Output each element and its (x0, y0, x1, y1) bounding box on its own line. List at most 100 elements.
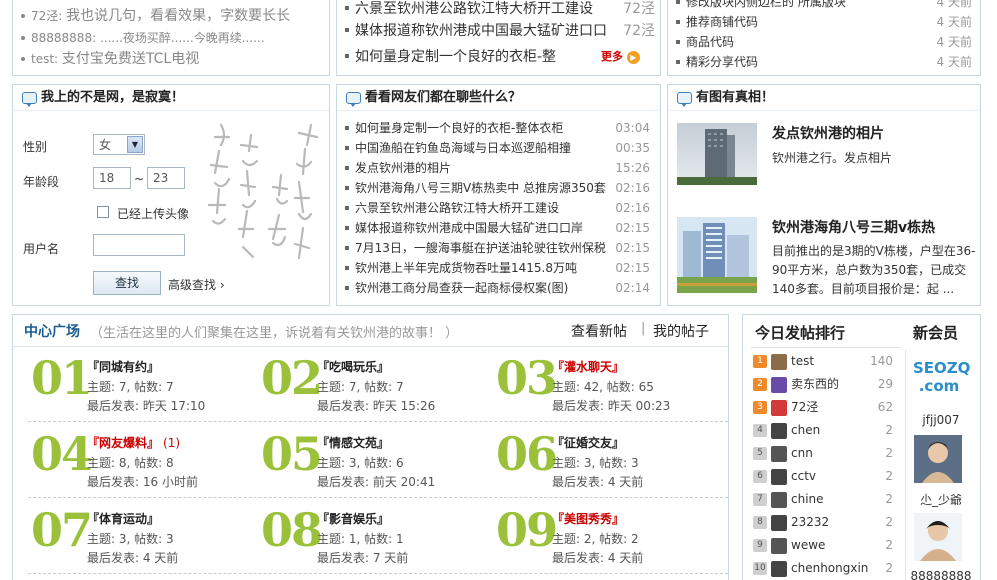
plaza-panel: 中心广场 （生活在这里的人们聚集在这里，诉说着有关钦州港的故事！ ） 查看新帖 … (12, 314, 729, 580)
ranking-item[interactable]: 2 卖东西的 29 (753, 374, 893, 394)
forum-block[interactable]: 01 『同城有约』 主题: 7, 帖数: 7 最后发表: 昨天 17:10 (31, 353, 251, 417)
photo-thumbnail[interactable] (677, 123, 757, 185)
list-item[interactable]: 精彩分享代码 4 天前 (676, 52, 972, 72)
ranking-username: 72泾 (791, 400, 819, 414)
chat-list-item[interactable]: 发点钦州港的相片 15:26 (345, 158, 650, 178)
has-avatar-checkbox[interactable] (97, 206, 109, 218)
ranking-item[interactable]: 10 chenhongxin 2 (753, 558, 893, 578)
forum-block[interactable]: 07 『体育运动』 主题: 3, 帖数: 3 最后发表: 4 天前 (31, 505, 251, 569)
member-name[interactable]: jfjj007 (906, 413, 976, 427)
chat-list-item[interactable]: 如何量身定制一个良好的衣柜-整体衣柜 03:04 (345, 118, 650, 138)
list-item[interactable]: 修改版块内侧边栏的 所属版块 4 天前 (676, 0, 972, 12)
rank-badge: 8 (753, 516, 767, 529)
forum-block[interactable]: 02 『吃喝玩乐』 主题: 7, 帖数: 7 最后发表: 昨天 15:26 (261, 353, 481, 417)
bullet-icon (21, 35, 25, 40)
ranking-item[interactable]: 9 wewe 2 (753, 535, 893, 555)
member-avatar[interactable]: SEOZQ .com (913, 353, 970, 405)
search-button[interactable]: 查找 (93, 271, 161, 295)
forum-title[interactable]: 『网友爆料』 (1) (87, 434, 180, 451)
gender-select[interactable]: 女 ▼ (93, 134, 145, 155)
forum-stats: 主题: 8, 帖数: 8 (87, 456, 174, 470)
forum-title[interactable]: 『体育运动』 (87, 510, 163, 527)
calligraphy-decoration (207, 123, 319, 260)
member-name[interactable]: 88888888 (906, 569, 976, 580)
ranking-item[interactable]: 3 72泾 62 (753, 397, 893, 417)
list-item[interactable]: 商品代码 4 天前 (676, 32, 972, 52)
photo-title[interactable]: 钦州港海角八号三期v栋热 (772, 217, 935, 237)
forum-block[interactable]: 04 『网友爆料』 (1) 主题: 8, 帖数: 8 最后发表: 16 小时前 (31, 429, 251, 493)
ranking-username: chenhongxin (791, 561, 869, 575)
rank-badge: 5 (753, 447, 767, 460)
chat-list-item[interactable]: 7月13日，一艘海事艇在护送油轮驶往钦州保税 02:15 (345, 238, 650, 258)
forum-block[interactable]: 05 『情感文苑』 主题: 3, 帖数: 6 最后发表: 前天 20:41 (261, 429, 481, 493)
photo-thumbnail[interactable] (677, 217, 757, 293)
ranking-item[interactable]: 6 cctv 2 (753, 466, 893, 486)
list-item[interactable]: 如何量身定制一个良好的衣柜-整 (345, 47, 565, 67)
ranking-username: cctv (791, 469, 817, 483)
rank-badge: 7 (753, 493, 767, 506)
ranking-item[interactable]: 5 cnn 2 (753, 443, 893, 463)
my-posts-link[interactable]: 我的帖子 (653, 321, 709, 341)
list-item[interactable]: 六景至钦州港公路钦江特大桥开工建设 72泾 (345, 0, 655, 19)
age-to-input[interactable]: 23 (147, 167, 185, 189)
forum-block[interactable]: 08 『影音娱乐』 主题: 1, 帖数: 1 最后发表: 7 天前 (261, 505, 481, 569)
more-link[interactable]: 更多 ▶ (601, 50, 640, 64)
panel-header: 有图有真相！ (668, 85, 980, 111)
ranking-item[interactable]: 8 23232 2 (753, 512, 893, 532)
forum-title[interactable]: 『征婚交友』 (552, 434, 628, 451)
list-item[interactable]: test: 支付宝免费送TCL电视 (21, 49, 321, 69)
list-item[interactable]: 88888888: ......夜场买醉......今晚再续...... (21, 28, 321, 48)
forum-number: 07 (31, 503, 93, 557)
bullet-icon (345, 205, 349, 210)
user-avatar-icon (771, 445, 787, 462)
forum-title[interactable]: 『吃喝玩乐』 (317, 358, 393, 375)
advanced-search-link[interactable]: 高级查找 › (168, 276, 225, 293)
rank-badge: 10 (753, 562, 767, 575)
member-avatar[interactable] (914, 435, 962, 483)
forum-title[interactable]: 『美图秀秀』 (552, 510, 628, 527)
age-from-input[interactable]: 18 (93, 167, 131, 189)
forum-title[interactable]: 『同城有约』 (87, 358, 163, 375)
forum-block[interactable]: 06 『征婚交友』 主题: 3, 帖数: 3 最后发表: 4 天前 (496, 429, 716, 493)
member-name[interactable]: 尐_少爺 (906, 491, 976, 508)
ranking-count: 2 (885, 515, 893, 529)
ranking-title: 今日发帖排行 (755, 324, 846, 342)
user-avatar-icon (771, 491, 787, 508)
forum-number: 05 (261, 427, 323, 481)
ranking-item[interactable]: 7 chine 2 (753, 489, 893, 509)
chat-bubble-icon (677, 92, 692, 107)
ranking-count: 29 (877, 377, 893, 391)
forum-block[interactable]: 09 『美图秀秀』 主题: 2, 帖数: 2 最后发表: 4 天前 (496, 505, 716, 569)
chat-list-item[interactable]: 钦州港工商分局查获一起商标侵权案(图) 02:14 (345, 278, 650, 298)
forum-number: 01 (31, 351, 93, 405)
chat-list-item[interactable]: 中国渔船在钓鱼岛海域与日本巡逻船相撞 00:35 (345, 138, 650, 158)
forum-last-post: 最后发表: 昨天 17:10 (87, 399, 206, 413)
forum-last-post: 最后发表: 4 天前 (87, 551, 179, 565)
forum-title[interactable]: 『情感文苑』 (317, 434, 393, 451)
forum-stats: 主题: 3, 帖数: 3 (87, 532, 174, 546)
panel-header: 我上的不是网，是寂寞！ (13, 85, 329, 111)
ranking-item[interactable]: 1 test 140 (753, 351, 893, 371)
forum-block[interactable]: 03 『灌水聊天』 主题: 42, 帖数: 65 最后发表: 昨天 00:23 (496, 353, 716, 417)
forum-stats: 主题: 7, 帖数: 7 (87, 380, 174, 394)
list-item[interactable]: 媒体报道称钦州港成中国最大锰矿进口口 72泾 (345, 21, 655, 41)
panel-title: 我上的不是网，是寂寞！ (41, 90, 185, 105)
chat-list-item[interactable]: 钦州港海角八号三期V栋热卖中 总推房源350套 02:16 (345, 178, 650, 198)
chat-list-item[interactable]: 六景至钦州港公路钦江特大桥开工建设 02:16 (345, 198, 650, 218)
list-item[interactable]: 推荐商铺代码 4 天前 (676, 12, 972, 32)
forum-title[interactable]: 『影音娱乐』 (317, 510, 393, 527)
bullet-icon (345, 265, 349, 270)
chat-list-item[interactable]: 媒体报道称钦州港成中国最大锰矿进口口岸 02:15 (345, 218, 650, 238)
member-avatar[interactable] (914, 513, 962, 561)
chat-list-item[interactable]: 钦州港上半年完成货物吞吐量1415.8万吨 02:15 (345, 258, 650, 278)
photo-title[interactable]: 发点钦州港的相片 (772, 123, 884, 143)
username-input[interactable] (93, 234, 185, 256)
row-divider (28, 421, 728, 422)
panel-title: 看看网友们都在聊些什么？ (365, 90, 522, 105)
forum-title[interactable]: 『灌水聊天』 (552, 358, 628, 375)
list-item[interactable]: 72泾: 我也说几句，看看效果，字数要长长 (21, 6, 321, 26)
view-new-posts-link[interactable]: 查看新帖 (571, 321, 627, 341)
bullet-icon (345, 165, 349, 170)
ranking-count: 2 (885, 561, 893, 575)
ranking-item[interactable]: 4 chen 2 (753, 420, 893, 440)
